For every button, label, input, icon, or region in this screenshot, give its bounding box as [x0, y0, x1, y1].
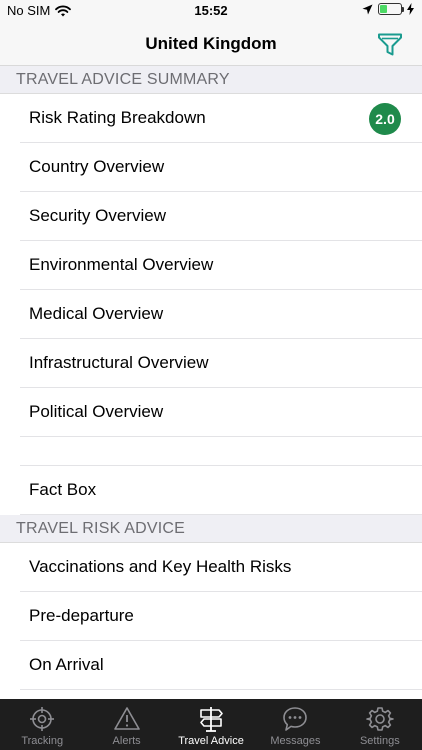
screen: No SIM 15:52 United Kingdom TRAVEL ADVIC…	[0, 0, 422, 750]
row-infrastructural-overview[interactable]: Infrastructural Overview	[20, 339, 422, 388]
row-label: Vaccinations and Key Health Risks	[29, 557, 292, 576]
row-risk-rating-breakdown[interactable]: Risk Rating Breakdown 2.0	[20, 94, 422, 143]
tab-travel-advice[interactable]: Travel Advice	[169, 699, 253, 750]
row-on-arrival[interactable]: On Arrival	[20, 641, 422, 690]
status-time: 15:52	[194, 3, 228, 18]
location-arrow-icon	[362, 4, 373, 14]
filter-button[interactable]	[376, 30, 404, 58]
row-label: Security Overview	[29, 206, 166, 225]
tab-messages[interactable]: Messages	[253, 699, 337, 750]
row-pre-departure[interactable]: Pre-departure	[20, 592, 422, 641]
status-bar: No SIM 15:52	[0, 0, 422, 22]
row-label: Infrastructural Overview	[29, 353, 209, 372]
tab-label: Alerts	[112, 735, 141, 747]
tab-label: Travel Advice	[178, 735, 244, 747]
warning-icon	[113, 707, 140, 730]
crosshair-icon	[30, 707, 55, 731]
tab-tracking[interactable]: Tracking	[0, 699, 84, 750]
status-right	[362, 3, 414, 15]
battery-icon	[378, 3, 404, 15]
gear-icon	[366, 707, 394, 731]
row-label: Country Overview	[29, 157, 165, 176]
page-title: United Kingdom	[145, 34, 277, 53]
row-environmental-overview[interactable]: Environmental Overview	[20, 241, 422, 290]
empty-row-spacer	[20, 437, 422, 466]
chat-bubble-icon	[283, 707, 308, 731]
row-security-overview[interactable]: Security Overview	[20, 192, 422, 241]
row-vaccinations-health-risks[interactable]: Vaccinations and Key Health Risks	[20, 543, 422, 592]
row-label: Environmental Overview	[29, 255, 214, 274]
row-label: On Arrival	[29, 655, 104, 674]
tab-settings[interactable]: Settings	[338, 699, 422, 750]
tab-label: Messages	[270, 735, 321, 747]
tab-label: Settings	[359, 735, 400, 747]
section-header-travel-risk-advice: TRAVEL RISK ADVICE	[0, 515, 422, 543]
tab-label: Tracking	[21, 735, 64, 747]
row-label: Medical Overview	[29, 304, 164, 323]
charging-bolt-icon	[407, 3, 414, 15]
navigation-bar: United Kingdom	[0, 22, 422, 66]
row-medical-overview[interactable]: Medical Overview	[20, 290, 422, 339]
tab-bar: Tracking Alerts Travel Advice Messages S…	[0, 699, 422, 750]
filter-icon	[378, 33, 402, 56]
row-fact-box[interactable]: Fact Box	[20, 466, 422, 515]
row-label: Fact Box	[29, 480, 97, 499]
section-header-travel-advice-summary: TRAVEL ADVICE SUMMARY	[0, 66, 422, 94]
row-label: Risk Rating Breakdown	[29, 108, 206, 127]
row-label: Pre-departure	[29, 606, 134, 625]
row-label: Political Overview	[29, 402, 164, 421]
signpost-icon	[200, 707, 223, 732]
battery-level	[380, 5, 387, 13]
tab-alerts[interactable]: Alerts	[84, 699, 168, 750]
risk-rating-badge: 2.0	[369, 103, 401, 135]
row-country-overview[interactable]: Country Overview	[20, 143, 422, 192]
row-political-overview[interactable]: Political Overview	[20, 388, 422, 437]
advice-list[interactable]: TRAVEL ADVICE SUMMARY Risk Rating Breakd…	[0, 66, 422, 699]
